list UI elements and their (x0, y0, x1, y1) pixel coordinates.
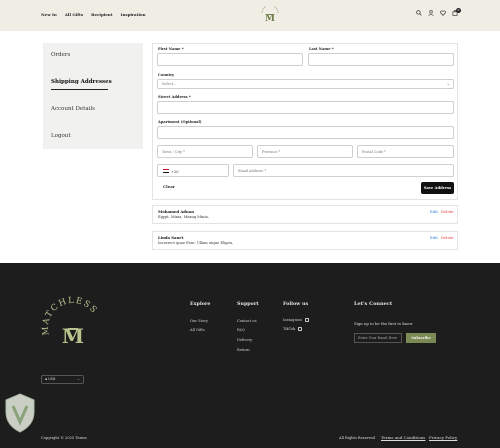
country-label: Country (158, 73, 175, 77)
address-name: Mohamed Adnan (158, 209, 194, 214)
rights-text: All Rights Reserved (339, 436, 375, 440)
chevron-down-icon: ⌄ (76, 377, 80, 381)
sidebar-item-shipping-addresses[interactable]: Shipping Addresses (51, 79, 112, 85)
instagram-icon (304, 318, 309, 322)
edit-address-button[interactable]: Edit (430, 235, 438, 240)
address-card: Linda Sanet Incorrect quae Esse, Ullam a… (152, 231, 458, 250)
sidebar-item-orders[interactable]: Orders (51, 52, 70, 58)
nav-all-gifts[interactable]: All Gifts (65, 12, 83, 17)
sidebar-item-account-details[interactable]: Account Details (51, 106, 95, 112)
country-code: +20 (171, 170, 179, 174)
newsletter-email-input[interactable] (354, 333, 402, 343)
province-field[interactable] (257, 145, 353, 158)
connect-heading: Let's Connect (354, 301, 393, 307)
account-sidebar: Orders Shipping Addresses Account Detail… (43, 43, 143, 149)
footer-brand-logo[interactable]: MATCHLESS M (40, 295, 106, 361)
privacy-link[interactable]: Privacy Policy (429, 435, 457, 440)
footer-link-return[interactable]: Return (237, 348, 250, 352)
heart-icon[interactable] (440, 10, 446, 16)
apartment-field[interactable] (157, 126, 454, 139)
nav-recipient[interactable]: Recipient (91, 12, 112, 17)
svg-text:M: M (62, 324, 84, 348)
user-icon[interactable] (428, 10, 434, 16)
cart-count-badge: 0 (456, 8, 461, 13)
main-nav: New In All Gifts Recipient Inspiration (41, 12, 146, 17)
brand-logo[interactable]: M (259, 6, 281, 26)
edit-address-button[interactable]: Edit (430, 209, 438, 214)
apartment-label: Apartment (Optional) (158, 120, 202, 124)
phone-field[interactable]: +20 (157, 164, 229, 177)
footer-link-delivery[interactable]: Delivery (237, 338, 252, 342)
explore-heading: Explore (190, 301, 211, 307)
clear-button[interactable]: Clear (163, 184, 175, 189)
address-name: Linda Sanet (158, 235, 184, 240)
support-heading: Support (237, 301, 259, 307)
cart-button[interactable]: 0 (452, 8, 461, 16)
copyright-text: Copyright © 2025 Terms (41, 436, 87, 440)
first-name-field[interactable] (157, 53, 303, 66)
footer-link-contact[interactable]: Contact us (237, 319, 257, 323)
footer-link-instagram[interactable]: Instagram (283, 318, 309, 322)
tiktok-icon (298, 327, 303, 331)
newsletter-subtitle: Sign up to be the first to know (354, 321, 413, 326)
address-line: Egypt, Minia, Maxug Minia, (158, 215, 209, 219)
first-name-label: First Name * (158, 47, 184, 51)
tiktok-label: TikTok (283, 327, 296, 331)
follow-heading: Follow us (283, 301, 309, 307)
currency-selector[interactable]: ▪ USD ⌄ (41, 375, 84, 384)
save-address-button[interactable]: Save Address (421, 182, 454, 194)
street-address-field[interactable] (157, 101, 454, 114)
currency-flag-icon: ▪ (45, 377, 48, 381)
search-icon[interactable] (416, 10, 422, 16)
last-name-field[interactable] (308, 53, 454, 66)
svg-text:M: M (265, 14, 275, 24)
delete-address-button[interactable]: Delete (441, 209, 454, 214)
site-header: New In All Gifts Recipient Inspiration M… (0, 0, 500, 31)
shield-watermark-icon (5, 393, 35, 433)
country-select-value: Select... (162, 82, 177, 86)
footer-link-all-gifts[interactable]: All Gifts (190, 328, 205, 332)
instagram-label: Instagram (283, 318, 302, 322)
sidebar-item-logout[interactable]: Logout (51, 133, 71, 139)
footer-link-our-story[interactable]: Our Story (190, 319, 208, 323)
subscribe-button[interactable]: Subscribe (406, 333, 436, 343)
address-line: Incorrect quae Esse, Ullam atque Eligen, (158, 241, 234, 245)
street-address-label: Street Address * (158, 95, 191, 99)
footer-link-faq[interactable]: FAQ (237, 328, 245, 332)
delete-address-button[interactable]: Delete (441, 235, 454, 240)
active-tab-underline (51, 89, 108, 90)
town-city-field[interactable] (157, 145, 253, 158)
country-select[interactable]: Select... ⌄ (157, 79, 454, 89)
terms-link[interactable]: Terms and Conditions (381, 435, 425, 440)
last-name-label: Last Name * (309, 47, 334, 51)
address-card: Mohamed Adnan Egypt, Minia, Maxug Minia,… (152, 205, 458, 224)
currency-value: USD (48, 377, 56, 381)
site-footer: MATCHLESS M Explore Our Story All Gifts … (0, 263, 500, 448)
nav-inspiration[interactable]: Inspiration (121, 12, 146, 17)
nav-new-in[interactable]: New In (41, 12, 57, 17)
email-field[interactable] (233, 164, 454, 177)
header-icons: 0 (416, 8, 461, 16)
footer-link-tiktok[interactable]: TikTok (283, 327, 303, 331)
postal-code-field[interactable] (357, 145, 454, 158)
egypt-flag-icon (163, 169, 169, 173)
chevron-down-icon: ⌄ (446, 81, 450, 86)
